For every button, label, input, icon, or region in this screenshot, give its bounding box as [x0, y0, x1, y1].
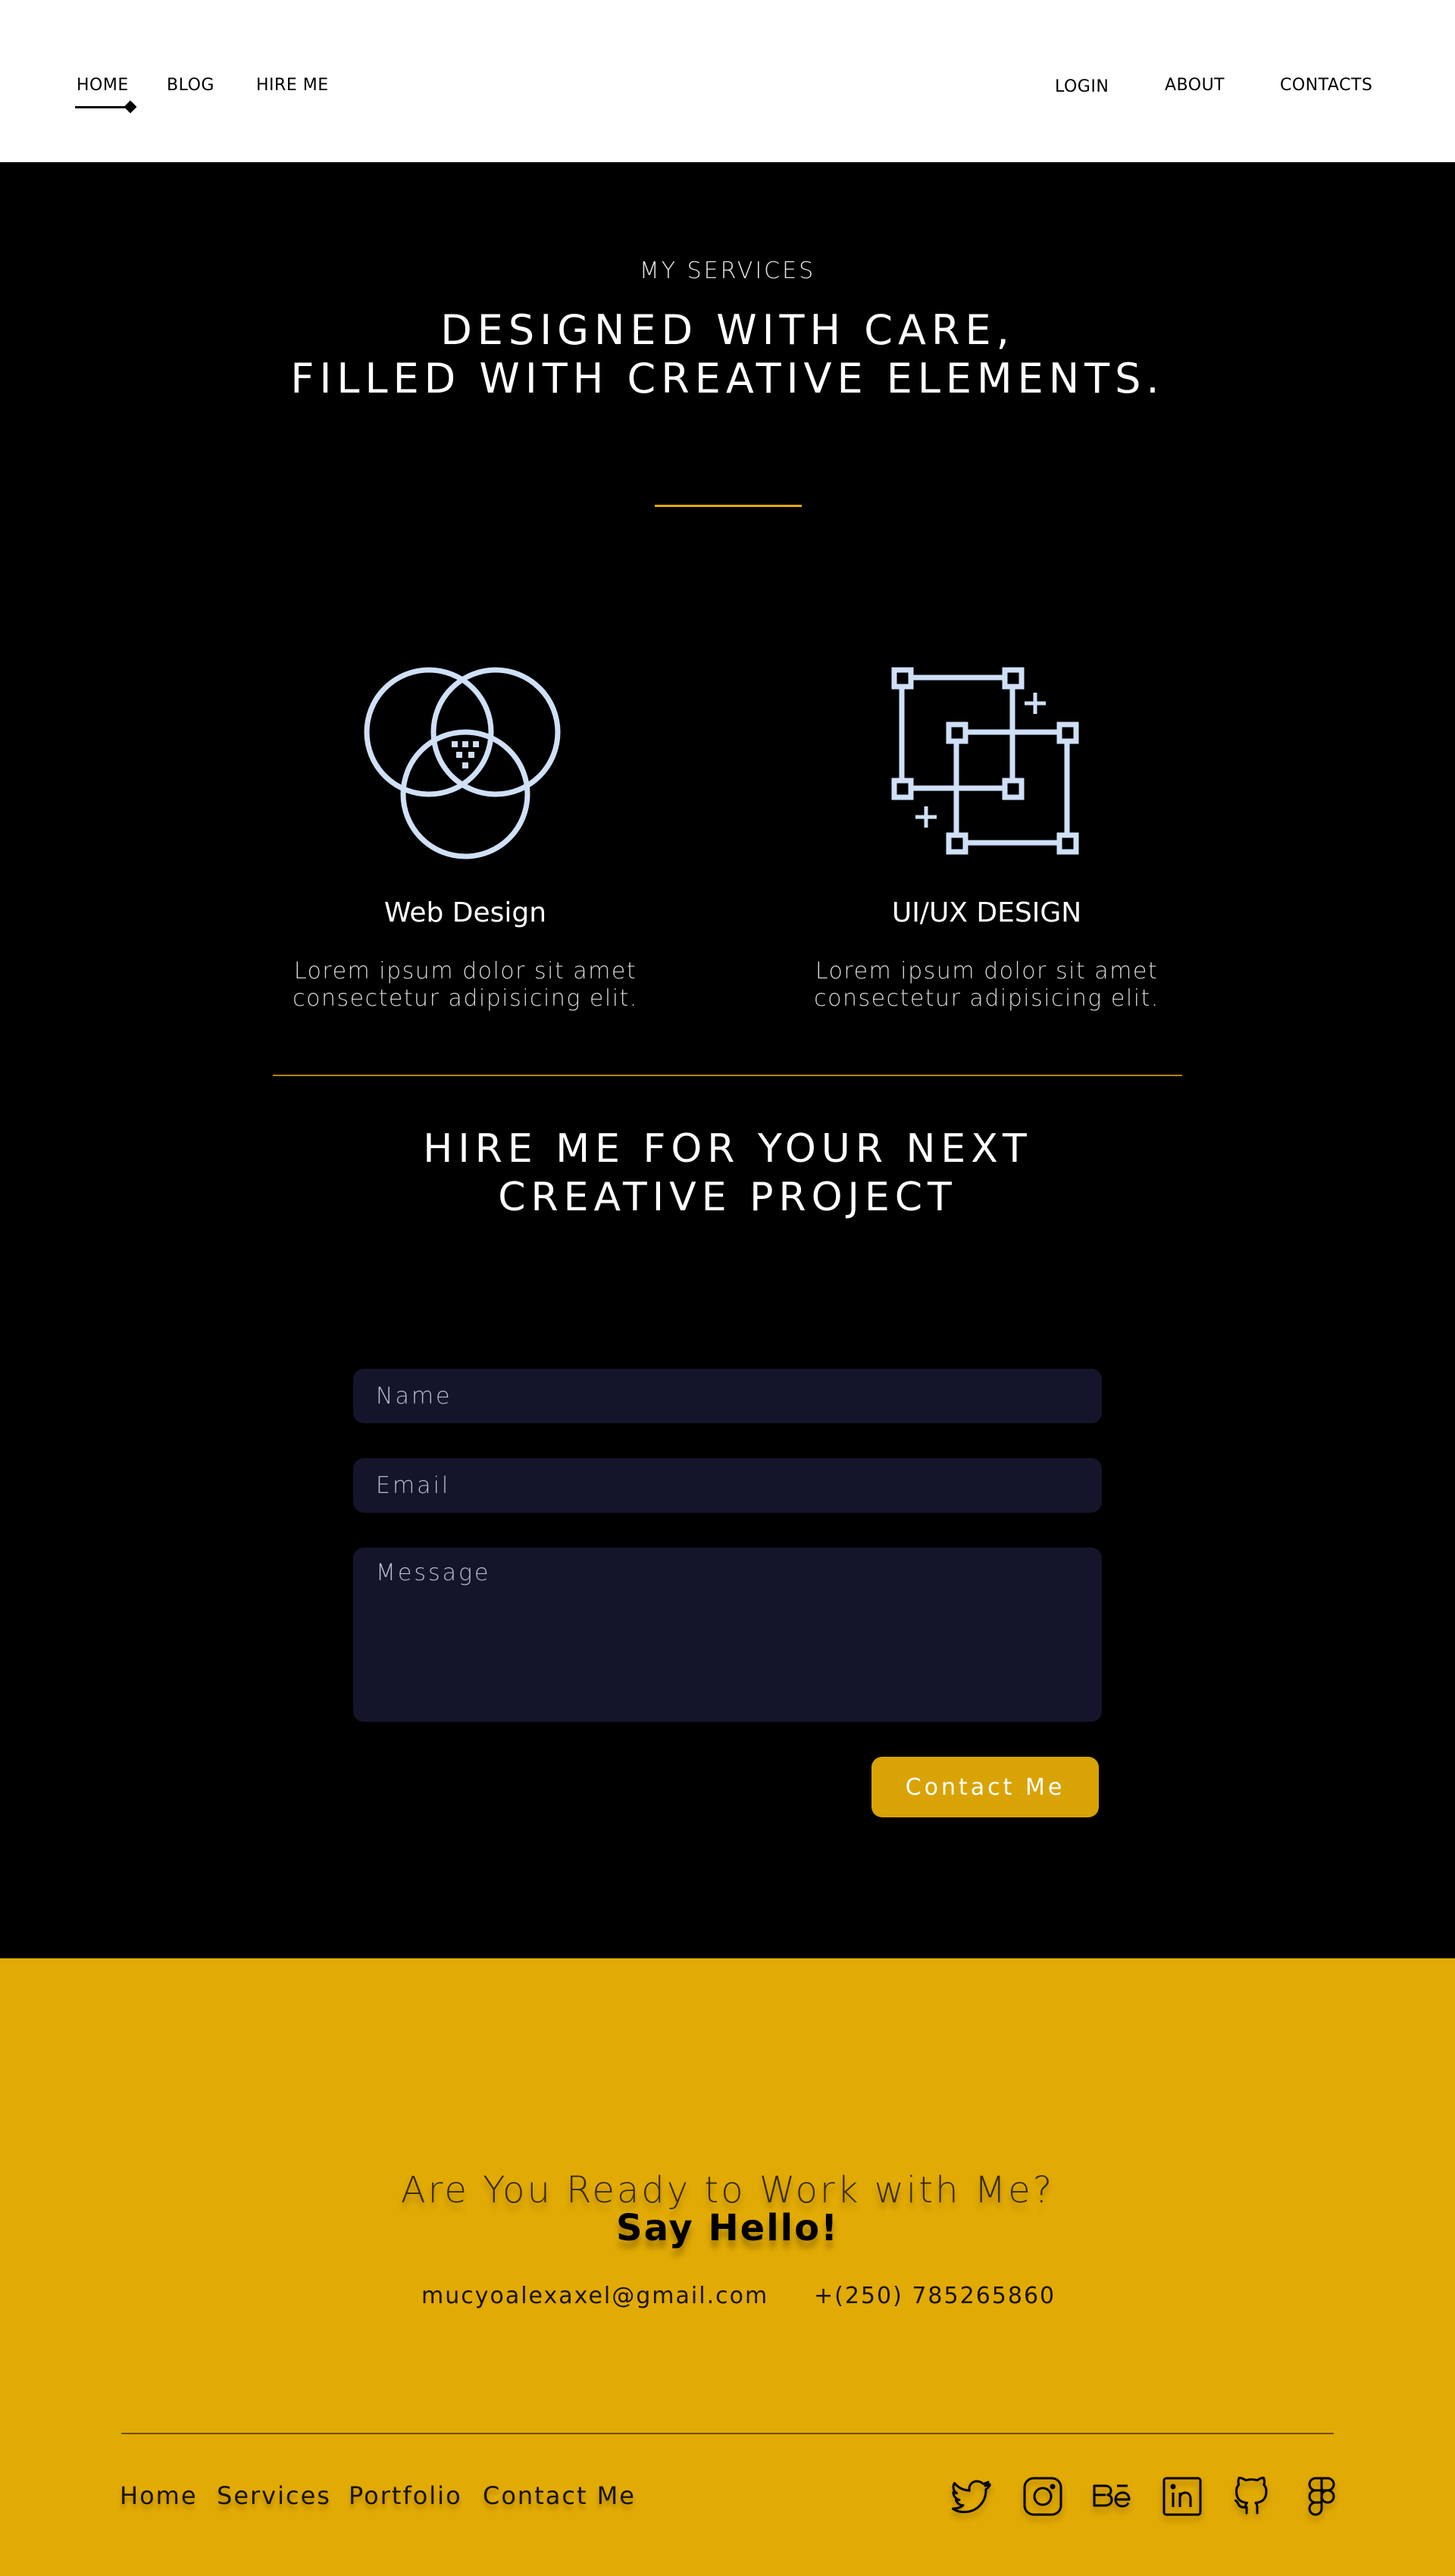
nav-blog[interactable]: BLOG [167, 76, 214, 95]
footer-link-contact-me[interactable]: Contact Me [483, 2481, 636, 2510]
layout-frames-icon [890, 665, 1084, 863]
accent-divider [655, 505, 802, 507]
cta-say-hello: Say Hello! [616, 2207, 839, 2249]
nav-home[interactable]: HOME [77, 76, 129, 95]
twitter-icon[interactable] [951, 2475, 994, 2518]
service-desc-web-design: Lorem ipsum dolor sit amet consectetur a… [268, 958, 662, 1013]
active-nav-dot [124, 100, 137, 114]
hire-title-line2: CREATIVE PROJECT [498, 1175, 957, 1220]
email-input[interactable] [353, 1458, 1102, 1513]
instagram-icon[interactable] [1022, 2475, 1064, 2518]
footer-link-portfolio[interactable]: Portfolio [349, 2481, 462, 2510]
contact-me-button[interactable]: Contact Me [871, 1757, 1099, 1817]
hire-title-line1: HIRE ME FOR YOUR NEXT [423, 1126, 1032, 1172]
services-section: MY SERVICES DESIGNED WITH CARE, FILLED W… [0, 162, 1455, 1958]
services-headline-line1: DESIGNED WITH CARE, [440, 306, 1015, 354]
venn-diagram-icon [362, 665, 571, 863]
message-textarea[interactable] [353, 1548, 1102, 1722]
cta-question: Are You Ready to Work with Me? [400, 2169, 1055, 2211]
nav-contacts[interactable]: CONTACTS [1280, 76, 1372, 95]
service-title-web-design: Web Design [383, 897, 547, 928]
service-desc-line: Lorem ipsum dolor sit amet [815, 958, 1159, 984]
nav-about[interactable]: ABOUT [1165, 76, 1225, 95]
footer-link-home[interactable]: Home [120, 2481, 198, 2510]
footer-link-services[interactable]: Services [217, 2481, 331, 2510]
name-input[interactable] [353, 1369, 1102, 1423]
service-desc-line: Lorem ipsum dolor sit amet [293, 958, 637, 984]
figma-icon[interactable] [1300, 2475, 1343, 2518]
service-desc-uiux: Lorem ipsum dolor sit amet consectetur a… [790, 958, 1184, 1013]
section-divider [273, 1075, 1182, 1076]
service-desc-line: consectetur adipisicing elit. [293, 985, 638, 1012]
services-eyebrow: MY SERVICES [639, 258, 816, 284]
footer-divider [121, 2433, 1334, 2434]
github-icon[interactable] [1231, 2475, 1273, 2518]
footer-phone-link[interactable]: +(250) 785265860 [814, 2283, 1056, 2309]
services-headline-line2: FILLED WITH CREATIVE ELEMENTS. [290, 355, 1165, 402]
linkedin-icon[interactable] [1161, 2475, 1203, 2518]
nav-login[interactable]: LOGIN [1055, 77, 1109, 96]
nav-hire-me[interactable]: HIRE ME [256, 76, 329, 95]
behance-icon[interactable] [1091, 2475, 1134, 2518]
service-desc-line: consectetur adipisicing elit. [814, 985, 1159, 1012]
site-footer: Are You Ready to Work with Me? Say Hello… [0, 1958, 1455, 2576]
footer-email-link[interactable]: mucyoalexaxel@gmail.com [421, 2283, 768, 2309]
service-title-uiux: UI/UX DESIGN [891, 897, 1082, 928]
site-header: HOME BLOG HIRE ME LOGIN ABOUT CONTACTS [0, 0, 1455, 162]
